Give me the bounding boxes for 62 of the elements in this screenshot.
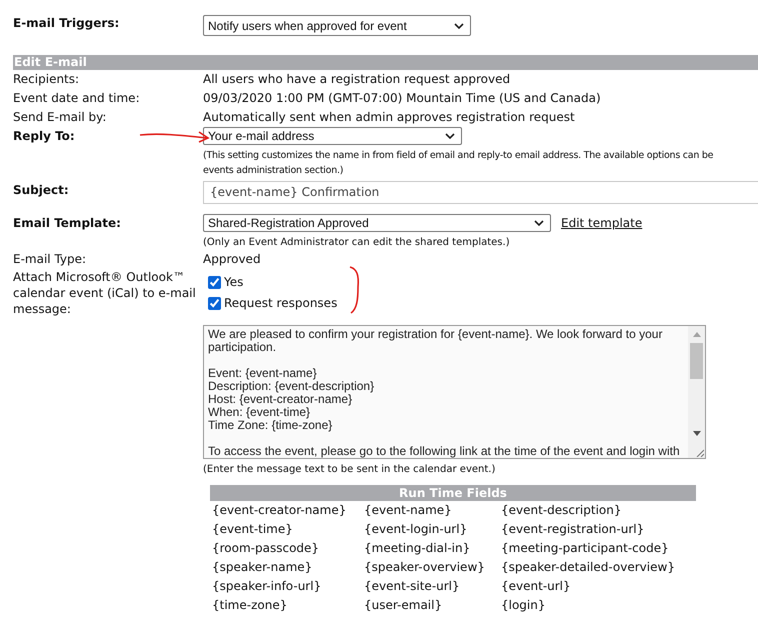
message-line: Host: {event-creator-name} xyxy=(208,393,352,406)
hint-text: (Enter the message text to be sent in the calendar event.) xyxy=(203,463,496,477)
dropdown[interactable]: Shared-Registration Approved xyxy=(203,214,551,232)
message-textarea[interactable] xyxy=(203,325,706,459)
field-label: E-mail Triggers: xyxy=(13,15,120,32)
edit-template-link[interactable]: Edit template xyxy=(561,216,642,230)
scrollbar[interactable] xyxy=(688,326,705,458)
message-line: When: {event-time} xyxy=(208,406,310,419)
field-value: Approved xyxy=(203,251,261,268)
table-header: Run Time Fields xyxy=(210,485,696,501)
message-line: To access the event, please go to the following link at the time of the event and login with xyxy=(208,445,681,458)
table-cell-text: {time-zone} xyxy=(212,597,288,614)
field-value: Automatically sent when admin approves registration request xyxy=(203,109,575,126)
table-cell-text: {user-email} xyxy=(364,597,444,614)
hint-text: (This setting customizes the name in from field of email and reply-to email address. The available options can be events administration section.) xyxy=(203,149,714,178)
dropdown[interactable]: Your e-mail address xyxy=(203,127,462,145)
dropdown[interactable]: Notify users when approved for event xyxy=(203,15,471,36)
table-cell-text: {login} xyxy=(501,597,547,614)
checkbox-label: Request responses xyxy=(224,295,338,312)
field-value: 09/03/2020 1:00 PM (GMT-07:00) Mountain Time (US and Canada) xyxy=(203,90,601,107)
field-value: All users who have a registration request approved xyxy=(203,71,510,88)
table-cell-text: {event-time} xyxy=(212,521,294,538)
table-cell-text: {event-url} xyxy=(501,578,572,595)
table-cell-text: {event-name} xyxy=(364,502,453,519)
message-line: We are pleased to confirm your registration for {event-name}. We look forward to your participation. xyxy=(208,328,664,354)
bracket-annotation xyxy=(349,265,361,315)
table-cell-text: {speaker-name} xyxy=(212,559,314,576)
table-cell-text: {speaker-overview} xyxy=(364,559,486,576)
message-line: Description: {event-description} xyxy=(208,380,376,393)
scroll-down-icon xyxy=(692,431,700,436)
field-label: Event date and time: xyxy=(13,90,141,107)
message-line: Time Zone: {time-zone} xyxy=(208,419,334,432)
table-cell-text: {event-login-url} xyxy=(364,521,468,538)
chevron-down-icon xyxy=(445,133,455,139)
scrollbar-thumb[interactable] xyxy=(690,343,703,379)
field-label: E-mail Type: xyxy=(13,251,88,268)
table-cell-text: {speaker-info-url} xyxy=(212,578,322,595)
table-cell-text: {meeting-participant-code} xyxy=(501,540,670,557)
chevron-down-icon xyxy=(534,220,544,226)
field-label: Email Template: xyxy=(13,215,122,232)
table-cell-text: {meeting-dial-in} xyxy=(364,540,472,557)
table-cell-text: {event-creator-name} xyxy=(212,502,348,519)
checkbox[interactable] xyxy=(208,276,221,288)
field-label: Recipients: xyxy=(13,71,80,88)
table-cell-text: {room-passcode} xyxy=(212,540,320,557)
table-cell-text: {event-site-url} xyxy=(364,578,461,595)
checkbox-label: Yes xyxy=(224,274,244,291)
checkbox[interactable] xyxy=(208,296,221,310)
scroll-up-icon xyxy=(692,332,700,337)
chevron-down-icon xyxy=(454,22,464,28)
table-cell-text: {event-description} xyxy=(501,502,622,519)
field-label: Subject: xyxy=(13,182,70,199)
field-label: Send E-mail by: xyxy=(13,109,108,126)
hint-text: (Only an Event Administrator can edit the shared templates.) xyxy=(203,236,511,250)
field-label: Attach Microsoft® Outlook™ calendar event (iCal) to e-mail message: xyxy=(13,269,197,317)
subject-field[interactable]: {event-name} Confirmation xyxy=(203,181,758,204)
table-cell-text: {event-registration-url} xyxy=(501,521,646,538)
section-header: Edit E-mail xyxy=(13,55,758,70)
resize-grip-icon[interactable] xyxy=(696,449,704,457)
message-line: Event: {event-name} xyxy=(208,367,318,380)
table-cell-text: {speaker-detailed-overview} xyxy=(501,559,676,576)
field-label: Reply To: xyxy=(13,128,75,145)
